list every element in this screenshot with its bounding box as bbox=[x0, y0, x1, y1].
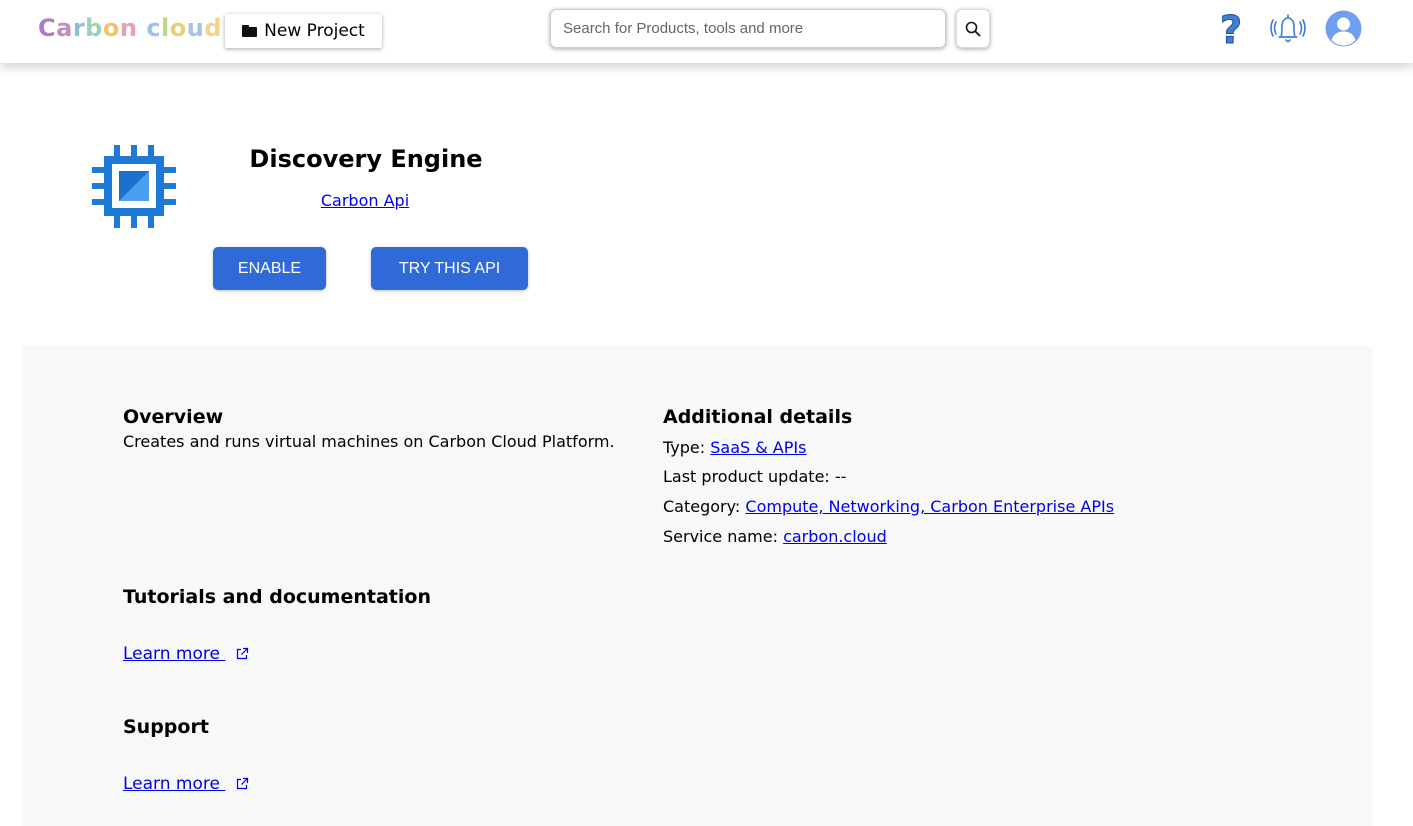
category-row: Category: Compute, Networking, Carbon En… bbox=[663, 497, 1114, 516]
svg-text:?: ? bbox=[1220, 9, 1242, 49]
product-provider: Carbon Api bbox=[220, 191, 510, 210]
new-project-button[interactable]: New Project bbox=[225, 14, 382, 48]
tutorials-learn-more-link[interactable]: Learn more bbox=[123, 644, 249, 664]
service-name-row: Service name: carbon.cloud bbox=[663, 527, 887, 546]
logo-letter: r bbox=[72, 14, 86, 42]
new-project-label: New Project bbox=[264, 21, 365, 41]
try-this-api-button[interactable]: TRY THIS API bbox=[371, 247, 528, 290]
type-link[interactable]: SaaS & APIs bbox=[710, 438, 806, 457]
support-heading: Support bbox=[123, 716, 209, 738]
external-link-icon bbox=[237, 647, 249, 660]
search-button[interactable] bbox=[956, 9, 990, 48]
folder-icon bbox=[242, 25, 258, 37]
details-panel: Overview Creates and runs virtual machin… bbox=[22, 346, 1372, 826]
logo-letter: u bbox=[186, 14, 205, 42]
provider-link[interactable]: Carbon Api bbox=[321, 191, 409, 210]
external-link-icon bbox=[237, 777, 249, 790]
logo-letter: d bbox=[204, 14, 223, 42]
top-navigation-bar: Carbon cloud New Project ? bbox=[0, 0, 1413, 63]
help-icon[interactable]: ? bbox=[1214, 9, 1248, 49]
logo-letter: a bbox=[56, 14, 73, 42]
logo-letter: l bbox=[161, 14, 170, 42]
tutorials-heading: Tutorials and documentation bbox=[123, 586, 431, 608]
overview-text: Creates and runs virtual machines on Car… bbox=[123, 432, 615, 451]
logo-letter: o bbox=[169, 14, 187, 42]
support-learn-more-link[interactable]: Learn more bbox=[123, 774, 249, 794]
logo-letter: o bbox=[102, 14, 120, 42]
additional-details-heading: Additional details bbox=[663, 406, 853, 428]
logo-letter bbox=[137, 14, 146, 42]
search-input[interactable] bbox=[550, 9, 946, 48]
tutorials-learn-more-label: Learn more bbox=[123, 644, 226, 664]
carbon-cloud-logo[interactable]: Carbon cloud bbox=[38, 14, 222, 42]
logo-letter: C bbox=[38, 14, 57, 42]
user-avatar-icon[interactable] bbox=[1325, 10, 1362, 47]
category-label: Category: bbox=[663, 497, 746, 516]
chip-icon bbox=[92, 145, 176, 228]
logo-letter: c bbox=[146, 14, 162, 42]
service-name-label: Service name: bbox=[663, 527, 784, 546]
notification-bell-icon[interactable] bbox=[1268, 10, 1308, 48]
type-label: Type: bbox=[663, 438, 711, 457]
logo-letter: n bbox=[119, 14, 138, 42]
overview-heading: Overview bbox=[123, 406, 224, 428]
enable-button[interactable]: ENABLE bbox=[213, 247, 326, 290]
type-row: Type: SaaS & APIs bbox=[663, 438, 806, 457]
category-link[interactable]: Compute, Networking, Carbon Enterprise A… bbox=[745, 497, 1114, 516]
product-title: Discovery Engine bbox=[249, 145, 483, 173]
service-name-link[interactable]: carbon.cloud bbox=[783, 527, 887, 546]
logo-letter: b bbox=[85, 14, 103, 42]
support-learn-more-label: Learn more bbox=[123, 774, 226, 794]
last-update-row: Last product update: -- bbox=[663, 467, 847, 486]
search-icon bbox=[965, 21, 981, 36]
